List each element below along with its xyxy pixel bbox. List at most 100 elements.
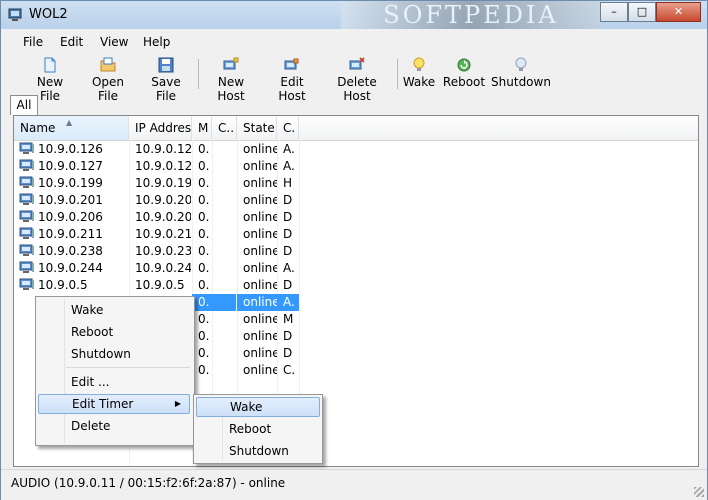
cell-name: 10.9.0.211 [19, 226, 126, 243]
column-header-ip[interactable]: IP Address [129, 116, 192, 140]
cell-m-text: 0. [198, 176, 210, 190]
table-row[interactable]: 10.9.0.238 10.9.0.238 0. online D [14, 243, 698, 260]
menu-view[interactable]: View [100, 35, 128, 49]
cell-m: 0. [198, 192, 212, 209]
shutdown-button[interactable]: Shutdown [491, 55, 551, 93]
tab-all[interactable]: All [10, 95, 38, 115]
title-bar[interactable]: WOL2 SOFTPEDIA – □ ✕ [1, 1, 707, 29]
cell-c [218, 226, 236, 243]
cell-ip: 10.9.0.211 [135, 226, 191, 243]
toolbar: New File Open File Save File New Host Ed… [7, 55, 559, 103]
submenu-shutdown[interactable]: Shutdown [196, 441, 320, 461]
submenu-wake[interactable]: Wake [196, 397, 320, 417]
cell-state: online [243, 311, 277, 328]
save-file-icon [158, 57, 174, 73]
cell-c2: A. [277, 294, 299, 311]
table-row[interactable]: 10.9.0.201 10.9.0.201 0. online D [14, 192, 698, 209]
column-header: ▲ Name IP Address M C.. State C. [14, 116, 698, 141]
open-file-button[interactable]: Open File [81, 55, 135, 103]
wake-bulb-icon [413, 57, 425, 71]
cell-ip: 10.9.0.126 [135, 141, 191, 158]
cell-c2: C. [283, 362, 299, 379]
column-header-mac[interactable]: M [192, 116, 212, 140]
table-row[interactable]: 10.9.0.244 10.9.0.244 0. online A. [14, 260, 698, 277]
table-row[interactable]: 10.9.0.127 10.9.0.127 0. online A. [14, 158, 698, 175]
cell-c2-text: M [283, 312, 294, 326]
menu-edit[interactable]: Edit [60, 35, 83, 49]
reboot-button[interactable]: Reboot [442, 55, 486, 93]
cell-c2: H [283, 175, 299, 192]
menu-help[interactable]: Help [143, 35, 170, 49]
table-row[interactable]: 10.9.0.126 10.9.0.126 0. online A. [14, 141, 698, 158]
table-row[interactable]: 10.9.0.5 10.9.0.5 0. online D [14, 277, 698, 294]
cell-state: online [243, 158, 277, 175]
cell-m: 0. [198, 141, 212, 158]
cell-m-text: 0. [198, 261, 210, 275]
maximize-button[interactable]: □ [628, 2, 656, 22]
ctx-wake[interactable]: Wake [38, 300, 190, 320]
resize-grip[interactable] [694, 487, 704, 497]
menu-file[interactable]: File [23, 35, 43, 49]
ctx-edit-timer[interactable]: Edit Timer ▶ [38, 394, 190, 414]
cell-state-text: online [243, 210, 277, 224]
submenu-arrow-icon: ▶ [174, 399, 181, 408]
cell-m: 0. [198, 175, 212, 192]
table-row[interactable]: 10.9.0.211 10.9.0.211 0. online D [14, 226, 698, 243]
cell-name: 10.9.0.201 [19, 192, 126, 209]
cell-m-text: 0. [198, 227, 210, 241]
column-header-state[interactable]: State [237, 116, 277, 140]
app-window: WOL2 SOFTPEDIA – □ ✕ File Edit View Help… [0, 0, 708, 500]
softpedia-watermark: SOFTPEDIA [341, 1, 601, 29]
cell-c [218, 345, 236, 362]
ctx-edit[interactable]: Edit ... [38, 372, 190, 392]
cell-name-text: 10.9.0.211 [38, 227, 103, 241]
edit-host-button[interactable]: Edit Host [265, 55, 319, 103]
cell-c2-text: D [283, 329, 293, 343]
status-bar: AUDIO (10.9.0.11 / 00:15:f2:6f:2a:87) - … [1, 469, 707, 500]
column-header-name[interactable]: ▲ Name [14, 116, 129, 140]
cell-m: 0. [198, 260, 212, 277]
table-row[interactable]: 10.9.0.206 10.9.0.206 0. online D [14, 209, 698, 226]
ctx-shutdown[interactable]: Shutdown [38, 344, 190, 364]
delete-host-icon [349, 57, 365, 70]
table-row[interactable]: 10.9.0.199 10.9.0.199 0. online H [14, 175, 698, 192]
cell-state: online [237, 294, 277, 311]
cell-c2: A. [283, 260, 299, 277]
cell-ip: 10.9.0.201 [135, 192, 191, 209]
close-button[interactable]: ✕ [656, 2, 701, 22]
cell-state-text: online [243, 278, 277, 292]
cell-name: 10.9.0.5 [19, 277, 126, 294]
cell-state: online [243, 192, 277, 209]
column-header-c2[interactable]: C. [277, 116, 299, 140]
minimize-button[interactable]: – [600, 2, 628, 22]
wake-button[interactable]: Wake [402, 55, 436, 93]
column-header-c[interactable]: C.. [212, 116, 237, 140]
cell-c2: M [283, 311, 299, 328]
cell-ip: 10.9.0.206 [135, 209, 191, 226]
reboot-icon [457, 58, 471, 72]
cell-c [218, 175, 236, 192]
cell-m-text: 0. [198, 346, 210, 360]
cell-c2: D [283, 209, 299, 226]
delete-host-button[interactable]: Delete Host [323, 55, 391, 103]
cell-c [218, 158, 236, 175]
cell-state-text: online [243, 346, 277, 360]
cell-name: 10.9.0.238 [19, 243, 126, 260]
cell-c2-text: D [283, 278, 293, 292]
cell-c2: D [283, 243, 299, 260]
ctx-reboot[interactable]: Reboot [38, 322, 190, 342]
cell-c2: D [283, 226, 299, 243]
save-file-button[interactable]: Save File [141, 55, 191, 103]
cell-ip: 10.9.0.238 [135, 243, 191, 260]
ctx-delete[interactable]: Delete [38, 416, 190, 436]
new-file-button[interactable]: New File [25, 55, 75, 103]
cell-ip-text: 10.9.0.126 [135, 142, 191, 156]
submenu-reboot[interactable]: Reboot [196, 419, 320, 439]
cell-state-text: online [243, 227, 277, 241]
cell-ip-text: 10.9.0.238 [135, 244, 191, 258]
cell-m: 0. [198, 328, 212, 345]
cell-name: 10.9.0.206 [19, 209, 126, 226]
new-file-icon [44, 57, 56, 73]
ctx-edit-timer-label: Edit Timer [72, 397, 134, 411]
new-host-button[interactable]: New Host [203, 55, 259, 103]
